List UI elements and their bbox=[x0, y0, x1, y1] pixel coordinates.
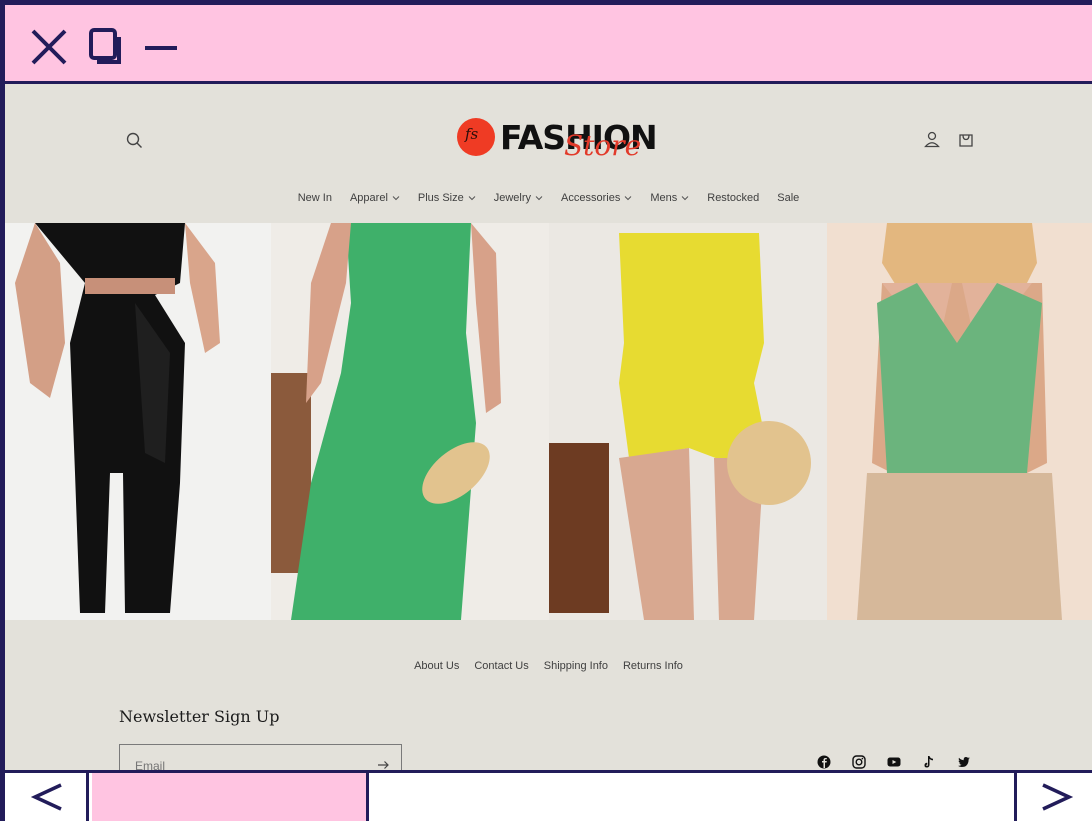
green-maxi-dress-illustration bbox=[271, 223, 549, 620]
progress-indicator bbox=[92, 773, 369, 821]
nav-item-plus-size[interactable]: Plus Size bbox=[409, 192, 485, 204]
footer-link-shipping-info[interactable]: Shipping Info bbox=[544, 660, 608, 672]
store-logo[interactable]: fs FASHION Store bbox=[457, 114, 658, 164]
chevron-down-icon bbox=[535, 196, 543, 201]
nav-item-label: New In bbox=[297, 192, 332, 204]
footer-links: About Us Contact Us Shipping Info Returns I… bbox=[5, 660, 1092, 672]
hero-gallery bbox=[5, 223, 1092, 620]
nav-item-label: Jewelry bbox=[493, 192, 532, 204]
nav-item-label: Plus Size bbox=[417, 192, 464, 204]
nav-item-new-in[interactable]: New In bbox=[289, 192, 341, 204]
chevron-down-icon bbox=[468, 196, 476, 201]
carousel-pager bbox=[5, 770, 1092, 821]
account-icon[interactable] bbox=[922, 130, 942, 150]
social-links bbox=[817, 755, 971, 769]
green-crop-top-illustration bbox=[827, 223, 1092, 620]
nav-item-jewelry[interactable]: Jewelry bbox=[485, 192, 552, 204]
logo-script: Store bbox=[564, 129, 642, 162]
chevron-right-icon bbox=[1042, 783, 1074, 811]
page-viewport: fs FASHION Store New In Apparel Plus Size J… bbox=[5, 84, 1092, 770]
yellow-romper-illustration bbox=[549, 223, 827, 620]
prev-button[interactable] bbox=[5, 773, 89, 821]
instagram-icon[interactable] bbox=[852, 755, 866, 769]
newsletter-email-input[interactable] bbox=[135, 757, 365, 770]
nav-item-label: Accessories bbox=[561, 192, 621, 204]
next-button[interactable] bbox=[1014, 773, 1092, 821]
footer-link-contact-us[interactable]: Contact Us bbox=[474, 660, 528, 672]
chevron-down-icon bbox=[624, 196, 632, 201]
restore-icon[interactable] bbox=[85, 27, 125, 67]
black-halter-outfit-illustration bbox=[5, 223, 271, 620]
footer-link-about-us[interactable]: About Us bbox=[414, 660, 459, 672]
facebook-icon[interactable] bbox=[817, 755, 831, 769]
green-crop-top-photo[interactable] bbox=[827, 223, 1092, 620]
window-frame: fs FASHION Store New In Apparel Plus Size J… bbox=[0, 0, 1092, 821]
arrow-right-icon[interactable] bbox=[375, 757, 391, 770]
chevron-down-icon bbox=[392, 196, 400, 201]
nav-item-accessories[interactable]: Accessories bbox=[552, 192, 641, 204]
nav-item-label: Sale bbox=[777, 192, 800, 204]
black-halter-outfit-photo[interactable] bbox=[5, 223, 271, 620]
search-icon[interactable] bbox=[124, 130, 146, 152]
green-maxi-dress-photo[interactable] bbox=[271, 223, 549, 620]
footer-link-returns-info[interactable]: Returns Info bbox=[623, 660, 683, 672]
twitter-icon[interactable] bbox=[957, 755, 971, 769]
nav-item-apparel[interactable]: Apparel bbox=[341, 192, 409, 204]
store-header: fs FASHION Store New In Apparel Plus Size J… bbox=[5, 84, 1092, 223]
newsletter-title: Newsletter Sign Up bbox=[119, 707, 280, 726]
youtube-icon[interactable] bbox=[887, 755, 901, 769]
close-icon[interactable] bbox=[29, 27, 69, 67]
window-titlebar bbox=[5, 5, 1092, 84]
nav-item-label: Mens bbox=[650, 192, 678, 204]
newsletter-form bbox=[119, 744, 402, 770]
tiktok-icon[interactable] bbox=[922, 755, 936, 769]
main-nav: New In Apparel Plus Size Jewelry Accessories… bbox=[5, 188, 1092, 208]
chevron-left-icon bbox=[30, 783, 62, 811]
yellow-romper-photo[interactable] bbox=[549, 223, 827, 620]
cart-icon[interactable] bbox=[956, 130, 976, 150]
nav-item-sale[interactable]: Sale bbox=[768, 192, 808, 204]
minimize-icon[interactable] bbox=[141, 27, 181, 67]
nav-item-label: Apparel bbox=[349, 192, 388, 204]
nav-item-label: Restocked bbox=[707, 192, 760, 204]
nav-item-mens[interactable]: Mens bbox=[641, 192, 698, 204]
chevron-down-icon bbox=[681, 196, 689, 201]
nav-item-restocked[interactable]: Restocked bbox=[698, 192, 768, 204]
logo-monogram: fs bbox=[465, 125, 479, 143]
